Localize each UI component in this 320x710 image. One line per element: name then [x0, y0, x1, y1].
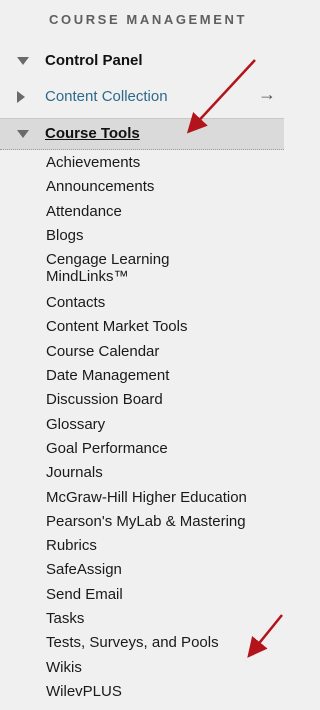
annotation-arrows	[186, 59, 283, 658]
annotation-arrow-icon	[186, 59, 256, 134]
annotation-arrow-icon	[247, 614, 283, 658]
